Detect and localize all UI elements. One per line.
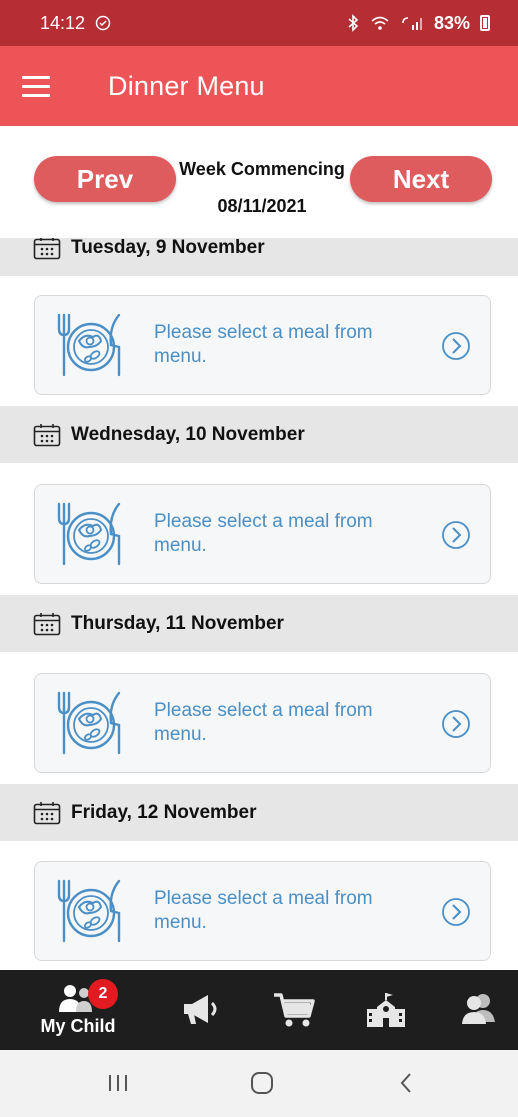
meal-card[interactable]: Please select a meal from menu. (34, 484, 491, 584)
battery-percent: 83% (433, 12, 470, 33)
plate-cutlery-icon (57, 313, 121, 377)
system-navigation-bar (0, 1050, 518, 1117)
bottom-navigation: My Child 2 (0, 970, 518, 1050)
plate-cutlery-icon (57, 879, 121, 943)
tab-shop[interactable] (268, 970, 320, 1050)
cart-icon (274, 993, 315, 1027)
chevron-right-icon[interactable] (441, 897, 471, 927)
page-title: Dinner Menu (108, 70, 265, 101)
day-name: Thursday, 11 November (71, 612, 284, 634)
chevron-right-icon[interactable] (441, 520, 471, 550)
tab-announcements[interactable] (175, 970, 227, 1050)
status-bar: 14:12 83% (0, 0, 518, 46)
day-header: Friday, 12 November (0, 784, 518, 841)
app-bar: Dinner Menu (0, 46, 518, 126)
signal-icon (402, 17, 422, 30)
calendar-icon (33, 238, 61, 259)
meal-card[interactable]: Please select a meal from menu. (34, 673, 491, 773)
megaphone-icon (184, 995, 217, 1024)
hamburger-menu-icon[interactable] (22, 64, 66, 108)
recent-apps-icon[interactable] (98, 1068, 138, 1098)
day-header: Thursday, 11 November (0, 595, 518, 652)
tab-my-child-label: My Child (40, 1015, 116, 1036)
meal-placeholder-text: Please select a meal from menu. (154, 888, 373, 933)
status-time: 14:12 (40, 12, 86, 33)
home-icon[interactable] (242, 1068, 282, 1098)
battery-icon (480, 15, 490, 31)
day-header: Tuesday, 9 November (0, 238, 518, 276)
plate-cutlery-icon (57, 502, 121, 566)
chevron-right-icon[interactable] (441, 709, 471, 739)
meal-placeholder-text: Please select a meal from menu. (154, 322, 373, 367)
school-icon (367, 993, 405, 1027)
prev-week-button[interactable]: Prev (34, 156, 176, 202)
tab-school[interactable] (360, 970, 412, 1050)
day-name: Wednesday, 10 November (71, 423, 305, 445)
week-commencing-date: 08/11/2021 (217, 196, 307, 216)
chevron-right-icon[interactable] (441, 331, 471, 361)
plate-cutlery-icon (57, 691, 121, 755)
contacts-icon (462, 994, 495, 1024)
week-commencing-label: Week Commencing (179, 159, 345, 179)
meal-placeholder-text: Please select a meal from menu. (154, 511, 373, 556)
week-navigation: Prev Week Commencing 08/11/2021 Next (0, 126, 518, 238)
wifi-icon (371, 16, 389, 30)
day-name: Tuesday, 9 November (71, 238, 265, 258)
tab-my-child[interactable]: My Child 2 (28, 970, 128, 1050)
meal-placeholder-text: Please select a meal from menu. (154, 700, 373, 745)
shield-check-icon (95, 15, 111, 31)
next-week-button[interactable]: Next (350, 156, 492, 202)
meal-card[interactable]: Please select a meal from menu. (34, 295, 491, 395)
tab-contacts[interactable] (452, 970, 504, 1050)
day-name: Friday, 12 November (71, 801, 257, 823)
notification-badge: 2 (88, 979, 118, 1009)
day-list[interactable]: Tuesday, 9 November Please select a meal… (0, 238, 518, 970)
calendar-icon (33, 801, 61, 824)
meal-card[interactable]: Please select a meal from menu. (34, 861, 491, 961)
calendar-icon (33, 423, 61, 446)
calendar-icon (33, 612, 61, 635)
day-header: Wednesday, 10 November (0, 406, 518, 463)
bluetooth-icon (348, 14, 359, 32)
back-icon[interactable] (386, 1068, 426, 1098)
